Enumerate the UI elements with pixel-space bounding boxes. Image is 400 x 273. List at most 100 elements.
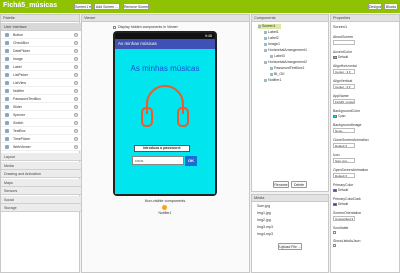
palette-category-social[interactable]: Social [1, 195, 81, 204]
help-icon[interactable]: ? [74, 89, 78, 93]
palette-category-media[interactable]: Media [1, 161, 81, 170]
horizontalarrangement2-icon [264, 60, 267, 64]
palette-category-sensors[interactable]: Sensors [1, 187, 81, 195]
remove-screen-button[interactable]: Remove Screen [123, 3, 149, 10]
blocks-button[interactable]: Blocks [384, 3, 398, 10]
media-title: Media [252, 195, 328, 202]
media-file[interactable]: Som.jpg [257, 204, 270, 208]
screen-select[interactable]: Screen1 ▾ [74, 3, 92, 10]
property-openscreenanimation-field[interactable]: Default ▾ [333, 173, 355, 178]
property-icon-field[interactable]: Som.png... [333, 158, 355, 163]
palette-item-timepicker[interactable]: TimePicker? [1, 135, 81, 143]
palette-item-checkbox[interactable]: CheckBox? [1, 39, 81, 47]
property-accentcolor-color[interactable]: Default [333, 55, 348, 59]
tree-item-label1[interactable]: Label1 [264, 30, 279, 35]
nonvisible-title: Non-visible components [144, 199, 186, 203]
property-label-aboutscreen: AboutScreen [333, 35, 354, 39]
tree-item-horizontalarrangement2[interactable]: HorizontalArrangement2 [264, 60, 307, 65]
property-alignvertical-field[interactable]: Center : 2 ▾ [333, 84, 355, 89]
tree-item-notifier1[interactable]: Notifier1 [264, 78, 281, 83]
tree-item-screen1[interactable]: Screen1 [258, 24, 282, 29]
property-aboutscreen-field[interactable] [333, 40, 355, 45]
property-backgroundimage-field[interactable]: None... [333, 128, 355, 133]
datepicker-icon [5, 49, 9, 53]
help-icon[interactable]: ? [74, 33, 78, 37]
palette-item-label[interactable]: Label? [1, 63, 81, 71]
media-file[interactable]: Img1.jpg [257, 211, 271, 215]
palette-category-drawing-and-animation[interactable]: Drawing and Animation [1, 170, 81, 178]
upload-file-button[interactable]: Upload File ... [278, 243, 302, 250]
property-label-alignvertical: AlignVertical [333, 79, 353, 83]
notifier-icon [162, 205, 167, 210]
palette-item-label: WebViewer [13, 145, 31, 149]
palette-item-switch[interactable]: Switch? [1, 119, 81, 127]
rename-button[interactable]: Rename [273, 181, 289, 188]
property-primarycolor-color[interactable]: Default [333, 188, 348, 192]
textbox-icon [5, 129, 9, 133]
palette-category-user-interface[interactable]: User Interface [1, 23, 81, 31]
help-icon[interactable]: ? [74, 129, 78, 133]
palette-item-listpicker[interactable]: ListPicker? [1, 71, 81, 79]
tree-item-bt-ok[interactable]: Bt_OK [270, 72, 285, 77]
tree-item-label3[interactable]: Label3 [270, 54, 285, 59]
tree-item-passwordtextbox1[interactable]: PasswordTextBox1 [270, 66, 305, 71]
palette-item-notifier[interactable]: Notifier? [1, 87, 81, 95]
help-icon[interactable]: ? [74, 57, 78, 61]
palette-category-maps[interactable]: Maps [1, 178, 81, 187]
help-icon[interactable]: ? [74, 41, 78, 45]
property-alignhorizontal-field[interactable]: Center : 3 ▾ [333, 69, 355, 74]
palette-category-layout[interactable]: Layout [1, 153, 81, 161]
help-icon[interactable]: ? [74, 49, 78, 53]
properties-screen-name: Screen1 [333, 25, 348, 29]
help-icon[interactable]: ? [74, 121, 78, 125]
help-icon[interactable]: ? [74, 73, 78, 77]
help-icon[interactable]: ? [74, 113, 78, 117]
media-file[interactable]: Img2.jpg [257, 218, 271, 222]
palette-item-label: ListView [13, 81, 26, 85]
property-screenorientation-field[interactable]: Unspecified ▾ [333, 216, 355, 221]
help-icon[interactable]: ? [74, 105, 78, 109]
help-icon[interactable]: ? [74, 145, 78, 149]
property-scrollable-checkbox[interactable] [333, 231, 336, 234]
palette-item-datepicker[interactable]: DatePicker? [1, 47, 81, 55]
spinner-icon [5, 113, 9, 117]
tree-item-label2[interactable]: Label2 [264, 36, 279, 41]
palette-item-button[interactable]: Button? [1, 31, 81, 39]
media-file[interactable]: Img4.mp3 [257, 232, 273, 236]
switch-icon [5, 121, 9, 125]
palette-item-image[interactable]: Image? [1, 55, 81, 63]
palette-item-spinner[interactable]: Spinner? [1, 111, 81, 119]
help-icon[interactable]: ? [74, 65, 78, 69]
tree-item-image1[interactable]: Image1 [264, 42, 280, 47]
button-icon [5, 33, 9, 37]
property-label-primarycolor: PrimaryColor [333, 183, 354, 187]
hidden-components-checkbox[interactable] [113, 26, 116, 29]
tree-item-horizontalarrangement1[interactable]: HorizontalArrangement1 [264, 48, 307, 53]
property-backgroundcolor-color[interactable]: Cyan [333, 114, 345, 118]
checkbox-icon [5, 41, 9, 45]
property-closescreenanimation-field[interactable]: Default ▾ [333, 143, 355, 148]
property-primarycolordark-color[interactable]: Default [333, 202, 348, 206]
palette-item-webviewer[interactable]: WebViewer? [1, 143, 81, 151]
media-file[interactable]: Img3.mp3 [257, 225, 273, 229]
palette-item-label: Spinner [13, 113, 26, 117]
add-screen-button[interactable]: Add Screen ... [94, 3, 120, 10]
palette-item-label: PasswordTextBox [13, 97, 41, 101]
property-showlistsasjson-checkbox[interactable] [333, 244, 336, 247]
delete-button[interactable]: Delete [291, 181, 307, 188]
hidden-components-label: Display hidden components in Viewer [118, 25, 178, 29]
palette-item-slider[interactable]: Slider? [1, 103, 81, 111]
help-icon[interactable]: ? [74, 137, 78, 141]
password-textbox[interactable]: •••••• [132, 156, 184, 165]
help-icon[interactable]: ? [74, 97, 78, 101]
palette-category-storage[interactable]: Storage [1, 204, 81, 212]
palette-item-textbox[interactable]: TextBox? [1, 127, 81, 135]
property-label-appname: AppName [333, 94, 349, 98]
color-swatch [333, 55, 337, 59]
designer-button[interactable]: Designer [368, 3, 382, 10]
palette-item-listview[interactable]: ListView? [1, 79, 81, 87]
ok-button[interactable]: OK [185, 156, 197, 166]
help-icon[interactable]: ? [74, 81, 78, 85]
palette-item-passwordtextbox[interactable]: PasswordTextBox? [1, 95, 81, 103]
property-appname-field[interactable]: Fichá5_músicas [333, 99, 355, 104]
